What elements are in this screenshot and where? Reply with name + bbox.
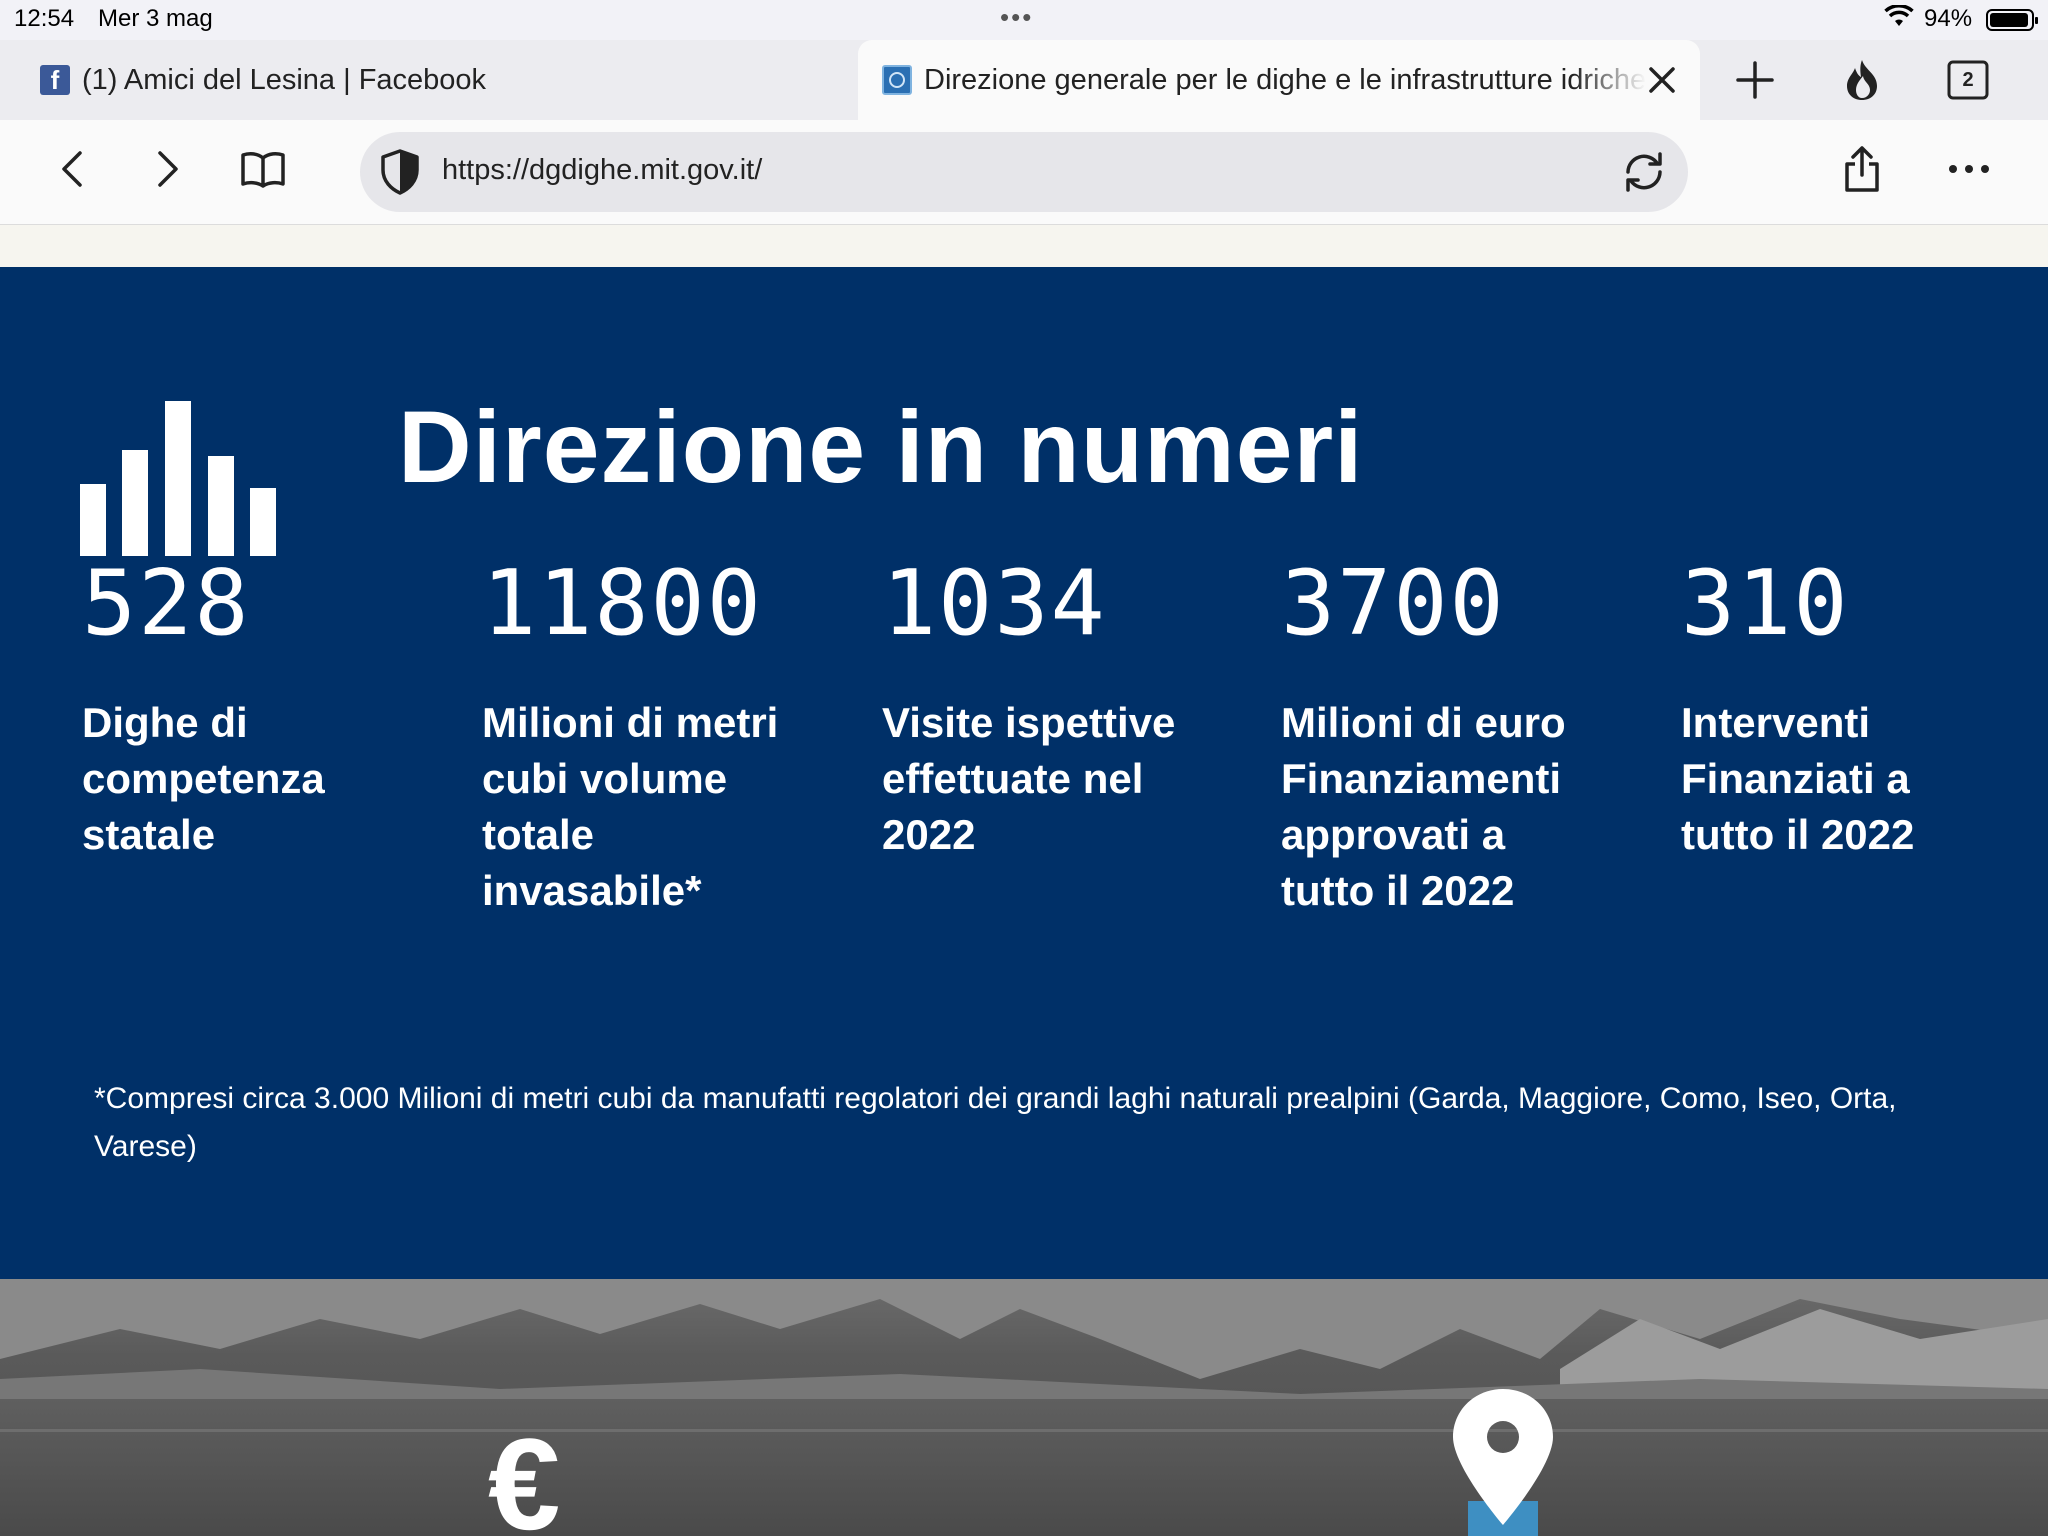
- status-date: Mer 3 mag: [98, 5, 213, 32]
- mit-emblem-icon: [882, 65, 912, 95]
- stat-label: Dighe di competenza statale: [82, 699, 325, 858]
- shield-icon[interactable]: [378, 148, 422, 201]
- wifi-icon: [1884, 4, 1914, 36]
- browser-toolbar: https://dgdighe.mit.gov.it/: [0, 120, 2048, 225]
- share-icon[interactable]: [1827, 134, 1897, 204]
- battery-percentage: 94%: [1924, 5, 1973, 32]
- multitasking-dots-icon[interactable]: •••: [1000, 2, 1033, 33]
- euro-icon: €: [488, 1411, 561, 1536]
- page-top-strip: [0, 225, 2048, 267]
- direzione-in-numeri-section: Direzione in numeri 528 Dighe di compete…: [0, 267, 2048, 1279]
- dam-background-image: €: [0, 1279, 2048, 1536]
- stat-item: 11800 Milioni di metri cubi volume total…: [482, 559, 802, 919]
- dam-wall: [0, 1399, 2048, 1536]
- tab-title: Direzione generale per le dighe e le inf…: [924, 63, 1646, 96]
- footnote: *Compresi circa 3.000 Milioni di metri c…: [94, 1082, 1897, 1163]
- address-bar[interactable]: https://dgdighe.mit.gov.it/: [360, 132, 1688, 212]
- url-text[interactable]: https://dgdighe.mit.gov.it/: [442, 154, 762, 187]
- battery-icon: [1986, 9, 2038, 31]
- stat-value: 1034: [882, 551, 1107, 656]
- status-bar: 12:54 Mer 3 mag ••• 94%: [0, 0, 2048, 40]
- location-pin-icon: [1450, 1387, 1556, 1532]
- stat-item: 310 Interventi Finanziati a tutto il 202…: [1681, 559, 1941, 863]
- section-title: Direzione in numeri: [398, 390, 1364, 504]
- stat-value: 11800: [482, 551, 763, 656]
- reload-icon[interactable]: [1620, 148, 1668, 201]
- status-time: 12:54: [14, 5, 75, 32]
- facebook-icon: f: [40, 65, 70, 95]
- stat-value: 528: [82, 551, 251, 656]
- tab-count: 2: [1962, 68, 1974, 91]
- stat-value: 3700: [1281, 551, 1506, 656]
- back-button[interactable]: [38, 134, 108, 204]
- close-tab-icon[interactable]: [1642, 60, 1682, 100]
- new-tab-button[interactable]: [1715, 40, 1795, 120]
- stat-label: Visite ispettive effettuate nel 2022: [882, 699, 1176, 858]
- flame-icon[interactable]: [1822, 40, 1902, 120]
- dam-wall-edge: [0, 1429, 2048, 1432]
- tab-facebook[interactable]: f (1) Amici del Lesina | Facebook: [40, 40, 840, 120]
- tab-title: (1) Amici del Lesina | Facebook: [82, 63, 487, 96]
- stat-value: 310: [1681, 551, 1850, 656]
- web-page: Direzione in numeri 528 Dighe di compete…: [0, 225, 2048, 1536]
- stat-label: Interventi Finanziati a tutto il 2022: [1681, 699, 1915, 858]
- stat-item: 3700 Milioni di euro Finanziamenti appro…: [1281, 559, 1586, 919]
- stat-item: 528 Dighe di competenza statale: [82, 559, 382, 863]
- more-options-icon[interactable]: [1934, 134, 2004, 204]
- tab-dgdighe[interactable]: Direzione generale per le dighe e le inf…: [858, 40, 1700, 120]
- stat-label: Milioni di metri cubi volume totale inva…: [482, 699, 779, 914]
- bookmarks-book-icon[interactable]: [228, 134, 298, 204]
- stat-item: 1034 Visite ispettive effettuate nel 202…: [882, 559, 1182, 863]
- tab-overview-button[interactable]: 2: [1928, 40, 2008, 120]
- bar-chart-icon: [80, 401, 280, 556]
- forward-button[interactable]: [132, 134, 202, 204]
- stat-label: Milioni di euro Finanziamenti approvati …: [1281, 699, 1566, 914]
